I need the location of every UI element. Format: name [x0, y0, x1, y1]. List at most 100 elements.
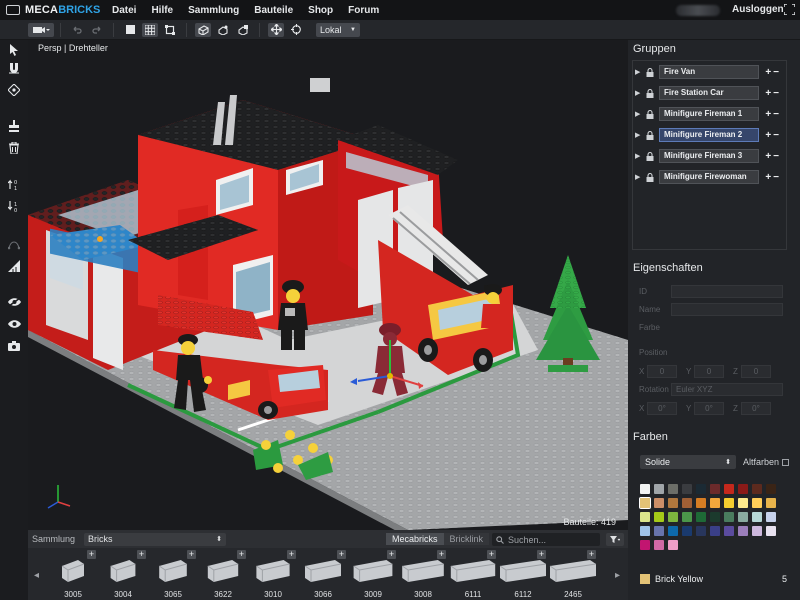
lock-icon[interactable]	[643, 170, 657, 184]
app-logo[interactable]: MECA BRICKS	[0, 4, 110, 16]
color-swatch[interactable]	[654, 512, 664, 522]
color-swatch[interactable]	[696, 526, 706, 536]
color-swatch[interactable]	[654, 484, 664, 494]
color-swatch[interactable]	[696, 512, 706, 522]
solid-view-button[interactable]	[122, 23, 138, 37]
bezier-tool-button[interactable]	[5, 236, 23, 252]
color-swatch[interactable]	[640, 540, 650, 550]
color-swatch[interactable]	[766, 484, 776, 494]
color-swatch[interactable]	[682, 484, 692, 494]
palette-brick-item[interactable]: +3066	[298, 548, 348, 600]
add-brick-button[interactable]: +	[537, 550, 546, 559]
group-row[interactable]: ▶ Minifigure Fireman 2 +−	[633, 127, 781, 143]
color-swatch[interactable]	[752, 512, 762, 522]
expand-triangle-icon[interactable]: ▶	[633, 131, 643, 139]
camera-dropdown[interactable]	[28, 22, 54, 37]
menu-forum[interactable]: Forum	[348, 5, 379, 16]
palette-brick-item[interactable]: +3065	[148, 548, 198, 600]
sort-up-button[interactable]: 01	[5, 176, 23, 192]
viewport-camera-label[interactable]: Persp | Drehteller	[38, 43, 108, 53]
palette-next-arrow-icon[interactable]: ▸	[615, 570, 620, 581]
color-swatch[interactable]	[738, 498, 748, 508]
group-row[interactable]: ▶ Minifigure Fireman 1 +−	[633, 106, 781, 122]
lock-icon[interactable]	[643, 65, 657, 79]
snap-collision-button[interactable]	[235, 23, 251, 37]
lock-icon[interactable]	[643, 149, 657, 163]
expand-triangle-icon[interactable]: ▶	[633, 152, 643, 160]
pos-y-field[interactable]: 0	[694, 365, 724, 378]
select-tool-button[interactable]	[5, 42, 23, 58]
color-swatch[interactable]	[752, 484, 762, 494]
paint-tool-button[interactable]	[5, 118, 23, 134]
sort-down-button[interactable]: 10	[5, 198, 23, 214]
undo-button[interactable]	[69, 23, 85, 37]
lock-icon[interactable]	[643, 128, 657, 142]
3d-viewport[interactable]: Persp | Drehteller Bauteile: 419	[28, 40, 628, 530]
color-swatch[interactable]	[654, 526, 664, 536]
group-row[interactable]: ▶ Minifigure Fireman 3 +−	[633, 148, 781, 164]
measure-tool-button[interactable]	[5, 258, 23, 274]
color-swatch[interactable]	[640, 512, 650, 522]
color-swatch[interactable]	[640, 526, 650, 536]
minifigure-firewoman[interactable]	[481, 284, 505, 328]
color-swatch[interactable]	[710, 512, 720, 522]
color-swatch[interactable]	[710, 526, 720, 536]
expand-triangle-icon[interactable]: ▶	[633, 173, 643, 181]
palette-brick-item[interactable]: +2465	[548, 548, 598, 600]
color-swatch[interactable]	[668, 498, 678, 508]
pos-x-field[interactable]: 0	[647, 365, 677, 378]
group-add-remove-buttons[interactable]: +−	[759, 151, 781, 162]
color-swatch[interactable]	[668, 512, 678, 522]
expand-triangle-icon[interactable]: ▶	[633, 68, 643, 76]
palette-prev-arrow-icon[interactable]: ◂	[34, 570, 39, 581]
central-tower[interactable]	[128, 78, 373, 330]
color-swatch[interactable]	[639, 497, 651, 509]
color-swatch[interactable]	[752, 498, 762, 508]
color-swatch[interactable]	[724, 526, 734, 536]
color-type-select[interactable]: Solide ⬍	[640, 455, 736, 469]
add-brick-button[interactable]: +	[187, 550, 196, 559]
rotate-tool-button[interactable]	[288, 23, 304, 37]
fullscreen-icon[interactable]	[784, 4, 795, 15]
bounding-box-button[interactable]	[162, 23, 178, 37]
snap-brick-button[interactable]	[195, 22, 211, 37]
prop-name-field[interactable]	[671, 303, 783, 316]
lock-icon[interactable]	[643, 107, 657, 121]
menu-sammlung[interactable]: Sammlung	[188, 5, 239, 16]
palette-brick-item[interactable]: +3008	[398, 548, 448, 600]
group-add-remove-buttons[interactable]: +−	[759, 88, 781, 99]
rot-z-field[interactable]: 0°	[741, 402, 771, 415]
group-add-remove-buttons[interactable]: +−	[759, 130, 781, 141]
color-swatch[interactable]	[640, 484, 650, 494]
group-name[interactable]: Fire Station Car	[659, 86, 759, 100]
alt-colors-toggle[interactable]: Altfarben	[743, 457, 790, 467]
prop-id-field[interactable]	[671, 285, 783, 298]
color-swatch[interactable]	[668, 540, 678, 550]
lock-icon[interactable]	[643, 86, 657, 100]
grid-view-button[interactable]	[142, 22, 158, 37]
add-brick-button[interactable]: +	[87, 550, 96, 559]
menu-shop[interactable]: Shop	[308, 5, 333, 16]
add-brick-button[interactable]: +	[287, 550, 296, 559]
group-row[interactable]: ▶ Fire Van +−	[633, 64, 781, 80]
tab-bricklink[interactable]: Bricklink	[443, 533, 490, 545]
palette-brick-item[interactable]: +3005	[48, 548, 98, 600]
add-brick-button[interactable]: +	[137, 550, 146, 559]
move-tool-button[interactable]	[268, 22, 284, 37]
color-swatch[interactable]	[654, 498, 664, 508]
palette-brick-item[interactable]: +3004	[98, 548, 148, 600]
screenshot-button[interactable]	[5, 338, 23, 354]
color-swatch[interactable]	[710, 498, 720, 508]
snap-rotate-button[interactable]	[215, 23, 231, 37]
pivot-tool-button[interactable]	[5, 82, 23, 98]
color-swatch[interactable]	[710, 484, 720, 494]
menu-hilfe[interactable]: Hilfe	[151, 5, 173, 16]
palette-brick-item[interactable]: +6111	[448, 548, 498, 600]
magnet-tool-button[interactable]	[5, 60, 23, 76]
color-swatch[interactable]	[738, 526, 748, 536]
color-swatch[interactable]	[724, 484, 734, 494]
color-swatch[interactable]	[766, 526, 776, 536]
color-swatch[interactable]	[738, 484, 748, 494]
group-row[interactable]: ▶ Fire Station Car +−	[633, 85, 781, 101]
color-swatch[interactable]	[738, 512, 748, 522]
